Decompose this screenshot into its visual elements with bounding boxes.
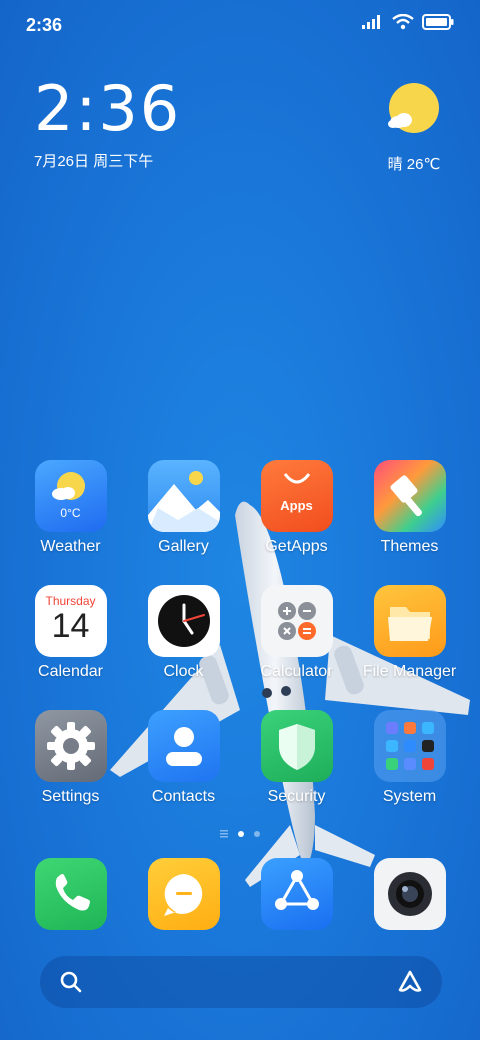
calculator-icon — [260, 585, 333, 657]
weather-app-temp: 0°C — [60, 506, 81, 520]
assistant-icon[interactable] — [396, 969, 424, 995]
dock-messages[interactable] — [127, 858, 240, 930]
app-label: Clock — [163, 663, 204, 680]
app-clock[interactable]: Clock — [127, 585, 240, 681]
app-calendar[interactable]: Thursday 14 Calendar — [14, 585, 127, 681]
system-folder-icon — [373, 710, 446, 782]
app-label: Gallery — [158, 538, 209, 555]
contacts-icon — [147, 710, 220, 782]
widget-time: 2:36 — [34, 72, 182, 145]
themes-icon — [373, 460, 446, 532]
app-label: Settings — [41, 788, 100, 805]
phone-icon — [34, 858, 107, 930]
app-label: Contacts — [151, 788, 216, 805]
app-system-folder[interactable]: System — [353, 710, 466, 806]
app-contacts[interactable]: Contacts — [127, 710, 240, 806]
app-drawer-indicator-icon[interactable] — [220, 830, 228, 838]
search-icon[interactable] — [60, 971, 82, 993]
widget-date: 7月26日 周三下午 — [34, 153, 154, 170]
page-dot[interactable] — [254, 831, 260, 837]
page-dot-active[interactable] — [238, 831, 244, 837]
camera-icon — [373, 858, 446, 930]
dock-phone[interactable] — [14, 858, 127, 930]
status-icons — [362, 14, 454, 30]
dock-share[interactable] — [240, 858, 353, 930]
app-gallery[interactable]: Gallery — [127, 460, 240, 556]
app-security[interactable]: Security — [240, 710, 353, 806]
signal-icon — [362, 15, 380, 29]
clock-icon — [147, 585, 220, 657]
app-label: Security — [267, 788, 326, 805]
file-manager-icon — [373, 585, 446, 657]
security-icon — [260, 710, 333, 782]
calendar-day: Thursday — [45, 594, 96, 608]
calendar-icon: Thursday 14 — [34, 585, 107, 657]
app-label: Calculator — [260, 663, 333, 680]
app-label: Calendar — [38, 663, 103, 680]
weather-icon: 0°C — [34, 460, 107, 532]
weather-widget[interactable]: 晴 26℃ — [384, 82, 444, 174]
calendar-date: 14 — [51, 607, 90, 645]
app-settings[interactable]: Settings — [14, 710, 127, 806]
app-label: System — [382, 788, 437, 805]
page-indicator[interactable] — [0, 830, 480, 838]
app-calculator[interactable]: Calculator — [240, 585, 353, 681]
app-themes[interactable]: Themes — [353, 460, 466, 556]
app-label: Weather — [40, 538, 101, 555]
status-bar: 2:36 — [0, 0, 480, 48]
app-weather[interactable]: 0°C Weather — [14, 460, 127, 556]
sunny-weather-icon — [388, 83, 439, 133]
app-label: Themes — [380, 538, 439, 555]
app-getapps[interactable]: Apps GetApps — [240, 460, 353, 556]
share-icon — [260, 858, 333, 930]
wifi-icon — [392, 14, 414, 30]
clock-widget[interactable]: 2:36 7月26日 周三下午 — [34, 78, 181, 171]
app-file-manager[interactable]: File Manager — [353, 585, 466, 681]
getapps-badge: Apps — [280, 498, 313, 513]
getapps-icon: Apps — [260, 460, 333, 532]
weather-text: 晴 26℃ — [387, 156, 441, 173]
dock-camera[interactable] — [353, 858, 466, 930]
app-label: File Manager — [362, 663, 457, 680]
messages-icon — [147, 858, 220, 930]
settings-icon — [34, 710, 107, 782]
status-time: 2:36 — [26, 15, 63, 35]
app-label: GetApps — [265, 538, 328, 555]
search-bar[interactable] — [40, 956, 442, 1008]
battery-icon — [422, 14, 454, 30]
gallery-icon — [147, 460, 220, 532]
